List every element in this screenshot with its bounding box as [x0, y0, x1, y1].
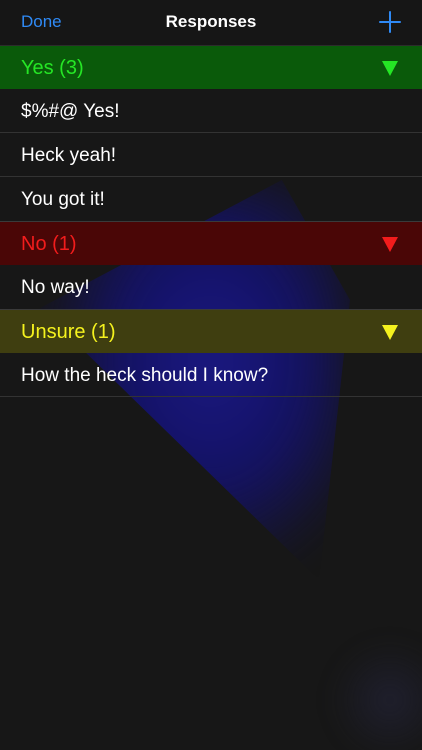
list-item[interactable]: No way! [0, 265, 422, 309]
list-item[interactable]: Heck yeah! [0, 133, 422, 177]
section-title: Yes (3) [21, 57, 84, 79]
response-label: You got it! [21, 189, 105, 210]
list-item[interactable]: $%#@ Yes! [0, 89, 422, 133]
list-item[interactable]: You got it! [0, 177, 422, 221]
response-label: No way! [21, 277, 90, 298]
section-header-yes[interactable]: Yes (3) [0, 45, 422, 89]
background-glow-corner [330, 640, 422, 750]
section-title: Unsure (1) [21, 321, 116, 343]
section-header-unsure[interactable]: Unsure (1) [0, 309, 422, 353]
responses-screen: Done Responses Yes (3) $%#@ Yes! Heck ye… [0, 0, 422, 750]
response-label: How the heck should I know? [21, 365, 269, 386]
plus-icon[interactable] [379, 11, 401, 33]
response-label: Heck yeah! [21, 145, 117, 166]
responses-list: Yes (3) $%#@ Yes! Heck yeah! You got it!… [0, 45, 422, 397]
response-label: $%#@ Yes! [21, 101, 120, 122]
triangle-down-icon[interactable] [382, 61, 398, 76]
navigation-bar: Done Responses [0, 0, 422, 46]
page-title: Responses [165, 12, 257, 31]
section-header-no[interactable]: No (1) [0, 221, 422, 265]
triangle-down-icon[interactable] [382, 237, 398, 252]
section-title: No (1) [21, 233, 77, 255]
triangle-down-icon[interactable] [382, 325, 398, 340]
list-item[interactable]: How the heck should I know? [0, 353, 422, 397]
